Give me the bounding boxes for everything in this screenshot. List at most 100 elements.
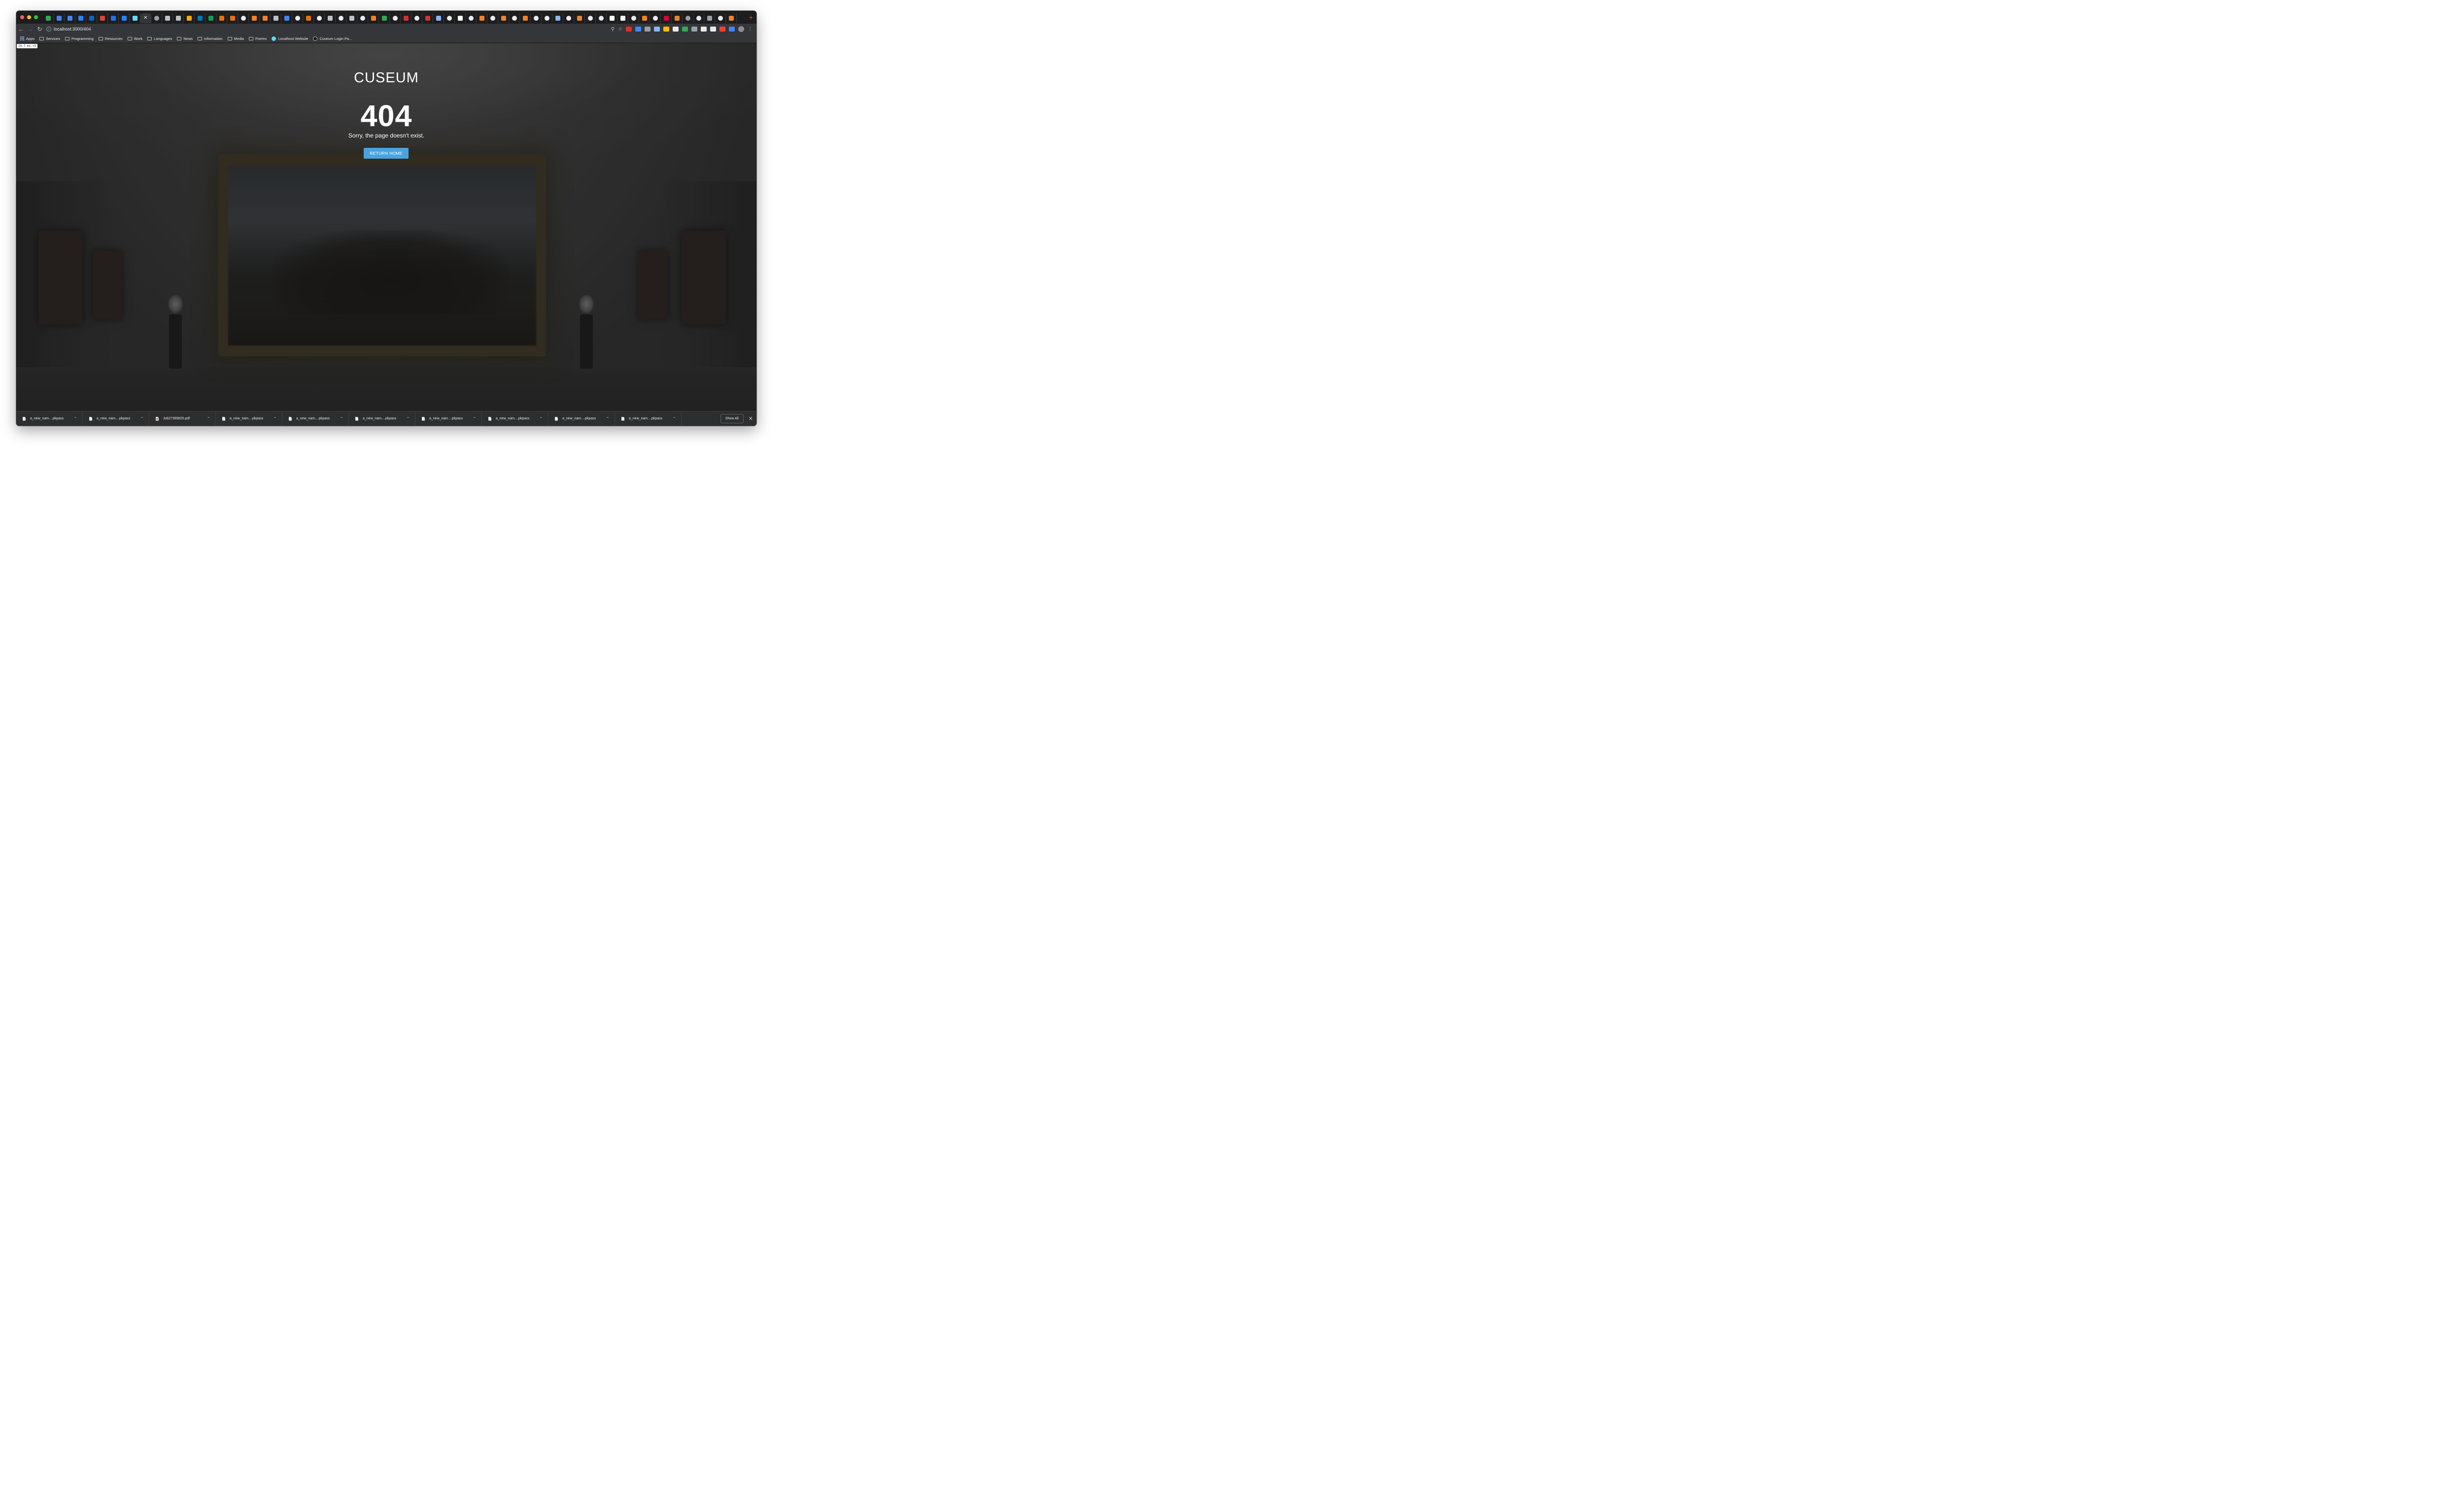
browser-tab[interactable] bbox=[130, 13, 140, 23]
browser-tab[interactable] bbox=[520, 13, 531, 23]
bookmark-apps[interactable]: Apps bbox=[20, 36, 34, 41]
browser-tab[interactable] bbox=[195, 13, 205, 23]
browser-tab[interactable] bbox=[607, 13, 617, 23]
bookmark-folder[interactable]: Information bbox=[198, 36, 223, 41]
browser-tab[interactable] bbox=[693, 13, 704, 23]
sync-icon[interactable] bbox=[682, 27, 688, 32]
download-item[interactable]: a_new_nam....pkpass ⌃ bbox=[415, 411, 482, 426]
browser-tab[interactable] bbox=[336, 13, 346, 23]
browser-tab[interactable] bbox=[585, 13, 596, 23]
browser-tab[interactable] bbox=[184, 13, 195, 23]
browser-tab[interactable] bbox=[422, 13, 433, 23]
download-item[interactable]: a_new_nam....pkpass ⌃ bbox=[548, 411, 615, 426]
browser-tab[interactable] bbox=[563, 13, 574, 23]
adblock-icon[interactable] bbox=[626, 27, 632, 32]
browser-tab[interactable] bbox=[292, 13, 303, 23]
chevron-up-icon[interactable]: ⌃ bbox=[338, 416, 345, 421]
chevron-up-icon[interactable]: ⌃ bbox=[71, 416, 79, 421]
grid-icon[interactable] bbox=[719, 27, 725, 32]
browser-tab[interactable] bbox=[444, 13, 455, 23]
browser-tab[interactable] bbox=[379, 13, 390, 23]
browser-tab[interactable]: ✕ bbox=[140, 13, 151, 23]
browser-tab[interactable] bbox=[249, 13, 260, 23]
close-window-button[interactable] bbox=[20, 15, 24, 19]
browser-tab[interactable] bbox=[411, 13, 422, 23]
bookmark-folder[interactable]: Resources bbox=[98, 36, 123, 41]
forward-arrow-icon[interactable]: → bbox=[26, 26, 35, 33]
show-all-downloads-button[interactable]: Show All bbox=[720, 414, 744, 423]
browser-tab[interactable] bbox=[368, 13, 379, 23]
chevron-up-icon[interactable]: ⌃ bbox=[604, 416, 612, 421]
browser-tab[interactable] bbox=[162, 13, 173, 23]
browser-tab[interactable] bbox=[704, 13, 715, 23]
download-item[interactable]: a_new_nam....pkpass ⌃ bbox=[282, 411, 349, 426]
profile-avatar[interactable] bbox=[738, 26, 744, 32]
browser-tab[interactable] bbox=[119, 13, 130, 23]
browser-tab[interactable] bbox=[498, 13, 509, 23]
download-item[interactable]: a_new_nam....pkpass ⌃ bbox=[216, 411, 282, 426]
browser-tab[interactable] bbox=[151, 13, 162, 23]
browser-tab[interactable] bbox=[238, 13, 249, 23]
translate-icon[interactable] bbox=[635, 27, 641, 32]
eyedropper-icon[interactable] bbox=[691, 27, 697, 32]
browser-tab[interactable] bbox=[672, 13, 683, 23]
browser-tab[interactable] bbox=[477, 13, 487, 23]
bookmark-link[interactable]: Localhost Website bbox=[272, 36, 308, 41]
browser-tab[interactable] bbox=[325, 13, 336, 23]
download-item[interactable]: a_new_nam....pkpass ⌃ bbox=[349, 411, 415, 426]
browser-tab[interactable] bbox=[596, 13, 607, 23]
browser-tab[interactable] bbox=[401, 13, 411, 23]
shield-icon[interactable] bbox=[654, 27, 660, 32]
bookmark-folder[interactable]: Services bbox=[39, 36, 60, 41]
bookmark-star-icon[interactable]: ☆ bbox=[618, 27, 622, 32]
maximize-window-button[interactable] bbox=[34, 15, 38, 19]
browser-tab[interactable] bbox=[97, 13, 108, 23]
close-icon[interactable]: ✕ bbox=[143, 16, 147, 21]
browser-tab[interactable] bbox=[487, 13, 498, 23]
wallet-icon[interactable] bbox=[645, 27, 650, 32]
browser-tab[interactable] bbox=[108, 13, 119, 23]
browser-tab[interactable] bbox=[271, 13, 281, 23]
browser-tab[interactable] bbox=[346, 13, 357, 23]
browser-tab[interactable] bbox=[726, 13, 737, 23]
url-text[interactable]: localhost:3000/404 bbox=[54, 27, 91, 32]
download-item[interactable]: a_new_nam....pkpass ⌃ bbox=[16, 411, 83, 426]
browser-tab[interactable] bbox=[617, 13, 628, 23]
site-info-icon[interactable]: i bbox=[46, 27, 51, 32]
more-menu-icon[interactable]: ⋮ bbox=[748, 27, 753, 32]
bookmark-folder[interactable]: Media bbox=[227, 36, 244, 41]
chevron-up-icon[interactable]: ⌃ bbox=[138, 416, 146, 421]
bookmark-link[interactable]: Cuseum Login Pa... bbox=[313, 36, 352, 41]
bookmark-folder[interactable]: Languages bbox=[147, 36, 172, 41]
browser-tab[interactable] bbox=[227, 13, 238, 23]
browser-tab[interactable] bbox=[542, 13, 552, 23]
bookmark-folder[interactable]: Poems bbox=[248, 36, 267, 41]
browser-tab[interactable] bbox=[466, 13, 477, 23]
address-bar[interactable]: i localhost:3000/404 bbox=[46, 25, 611, 33]
browser-tab[interactable] bbox=[65, 13, 75, 23]
back-arrow-icon[interactable]: ← bbox=[16, 26, 26, 33]
chevron-up-icon[interactable]: ⌃ bbox=[537, 416, 545, 421]
browser-tab[interactable] bbox=[216, 13, 227, 23]
bookmark-folder[interactable]: News bbox=[177, 36, 193, 41]
browser-tab[interactable] bbox=[173, 13, 184, 23]
laptop-icon[interactable] bbox=[673, 27, 679, 32]
browser-tab[interactable] bbox=[455, 13, 466, 23]
browser-tab[interactable] bbox=[205, 13, 216, 23]
chevron-up-icon[interactable]: ⌃ bbox=[471, 416, 479, 421]
browser-tab[interactable] bbox=[54, 13, 65, 23]
chevron-up-icon[interactable]: ⌃ bbox=[670, 416, 678, 421]
browser-tab[interactable] bbox=[715, 13, 726, 23]
download-item[interactable]: a_new_nam....pkpass ⌃ bbox=[482, 411, 548, 426]
browser-tab[interactable] bbox=[75, 13, 86, 23]
browser-tab[interactable] bbox=[303, 13, 314, 23]
browser-tab[interactable] bbox=[390, 13, 401, 23]
browser-tab[interactable] bbox=[574, 13, 585, 23]
return-home-button[interactable]: RETURN HOME bbox=[364, 148, 409, 159]
browser-tab[interactable] bbox=[357, 13, 368, 23]
note-icon[interactable] bbox=[710, 27, 716, 32]
browser-tab[interactable] bbox=[314, 13, 325, 23]
browser-tab[interactable] bbox=[661, 13, 672, 23]
zoom-search-icon[interactable]: ⚲ bbox=[611, 27, 615, 32]
download-item[interactable]: a_new_nam....pkpass ⌃ bbox=[615, 411, 682, 426]
